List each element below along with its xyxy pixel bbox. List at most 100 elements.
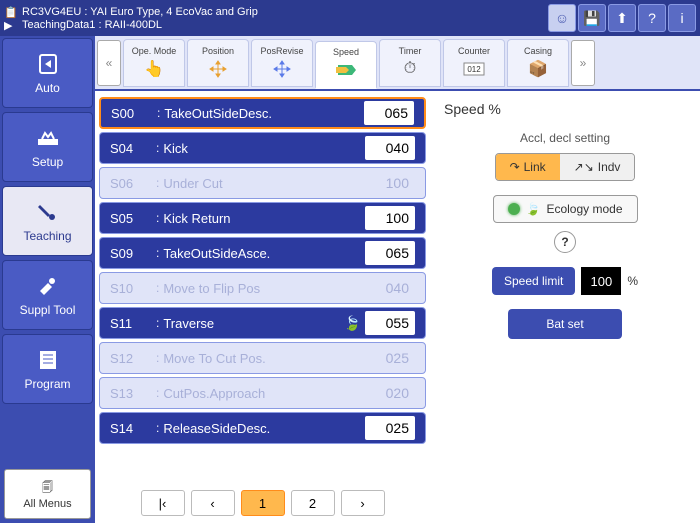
page-1[interactable]: 1: [241, 490, 285, 516]
tab-timer[interactable]: Timer⏱: [379, 39, 441, 87]
step-code: S14: [110, 421, 152, 436]
tab-posrevise[interactable]: PosRevise: [251, 39, 313, 87]
tab-position[interactable]: Position: [187, 39, 249, 87]
sidebar-label: Suppl Tool: [20, 303, 76, 317]
posrevise-icon: [269, 58, 295, 80]
sidebar-label: Auto: [35, 81, 60, 95]
step-name: Kick Return: [163, 211, 361, 226]
casing-icon: 📦: [525, 58, 551, 80]
tab-counter[interactable]: Counter012: [443, 39, 505, 87]
auto-icon: [32, 51, 64, 77]
step-name: TakeOutSideAsce.: [163, 246, 361, 261]
step-value: 025: [365, 350, 415, 366]
sidebar-auto[interactable]: Auto: [2, 38, 93, 108]
step-row[interactable]: S05:Kick Return100: [99, 202, 426, 234]
sidebar-label: Program: [24, 377, 70, 391]
step-code: S00: [111, 106, 153, 121]
step-row[interactable]: S10:Move to Flip Pos040: [99, 272, 426, 304]
step-code: S05: [110, 211, 152, 226]
step-name: Move to Flip Pos: [163, 281, 365, 296]
sidebar-teaching[interactable]: Teaching: [2, 186, 93, 256]
data-icon: ▶: [4, 19, 18, 31]
setup-icon: [32, 125, 64, 151]
step-value: 040: [365, 136, 415, 160]
step-code: S04: [110, 141, 152, 156]
timer-icon: ⏱: [397, 58, 423, 80]
step-row[interactable]: S12:Move To Cut Pos.025: [99, 342, 426, 374]
toggle-link[interactable]: ↷Link: [496, 154, 560, 180]
step-value: 065: [364, 101, 414, 125]
tab-next[interactable]: »: [571, 40, 595, 86]
all-menus-button[interactable]: 🗐 All Menus: [4, 469, 91, 519]
step-value: 055: [365, 311, 415, 335]
step-name: CutPos.Approach: [163, 386, 365, 401]
all-menus-label: All Menus: [23, 498, 71, 510]
step-code: S11: [110, 316, 152, 331]
tab-prev[interactable]: «: [97, 40, 121, 86]
page-2[interactable]: 2: [291, 490, 335, 516]
link-arrow-icon: ↷: [510, 160, 520, 174]
indv-arrow-icon: ↗↘: [574, 160, 594, 174]
header-line2: TeachingData1 : RAII-400DL: [22, 19, 162, 31]
step-name: Kick: [163, 141, 361, 156]
tab-ope-mode[interactable]: Ope. Mode👆: [123, 39, 185, 87]
sidebar-label: Setup: [32, 155, 63, 169]
speed-icon: [333, 59, 359, 81]
sidebar-program[interactable]: Program: [2, 334, 93, 404]
step-code: S06: [110, 176, 152, 191]
export-icon[interactable]: ⬆: [608, 4, 636, 32]
step-code: S13: [110, 386, 152, 401]
tab-casing[interactable]: Casing📦: [507, 39, 569, 87]
step-row[interactable]: S00:TakeOutSideDesc.065: [99, 97, 426, 129]
step-value: 065: [365, 241, 415, 265]
step-name: TakeOutSideDesc.: [164, 106, 360, 121]
svg-text:012: 012: [467, 65, 481, 74]
leaf-icon: 🍃: [344, 315, 361, 332]
step-value: 100: [365, 175, 415, 191]
sidebar-setup[interactable]: Setup: [2, 112, 93, 182]
step-name: ReleaseSideDesc.: [163, 421, 361, 436]
step-row[interactable]: S14:ReleaseSideDesc.025: [99, 412, 426, 444]
step-name: Under Cut: [163, 176, 365, 191]
page-first[interactable]: |‹: [141, 490, 185, 516]
step-code: S09: [110, 246, 152, 261]
save-icon[interactable]: 💾: [578, 4, 606, 32]
step-row[interactable]: S13:CutPos.Approach020: [99, 377, 426, 409]
position-icon: [205, 58, 231, 80]
leaf-icon: 🍃: [526, 202, 541, 216]
step-value: 040: [365, 280, 415, 296]
step-name: Traverse: [163, 316, 343, 331]
speed-limit-value[interactable]: 100: [581, 267, 621, 295]
step-row[interactable]: S11:Traverse🍃055: [99, 307, 426, 339]
help-icon[interactable]: ?: [638, 4, 666, 32]
panel-title: Speed %: [444, 101, 686, 117]
sidebar-suppl-tool[interactable]: Suppl Tool: [2, 260, 93, 330]
speed-limit-unit: %: [627, 274, 638, 288]
teaching-icon: [32, 199, 64, 225]
ecology-mode-button[interactable]: 🍃 Ecology mode: [493, 195, 638, 223]
info-icon[interactable]: i: [668, 4, 696, 32]
program-icon: [32, 347, 64, 373]
bat-set-button[interactable]: Bat set: [508, 309, 621, 339]
step-row[interactable]: S06:Under Cut100: [99, 167, 426, 199]
speed-limit-button[interactable]: Speed limit: [492, 267, 575, 295]
toggle-indv[interactable]: ↗↘Indv: [560, 154, 635, 180]
accl-label: Accl, decl setting: [520, 131, 610, 145]
opemode-icon: 👆: [141, 58, 167, 80]
header-line1: RC3VG4EU : YAI Euro Type, 4 EcoVac and G…: [22, 6, 258, 18]
step-row[interactable]: S09:TakeOutSideAsce.065: [99, 237, 426, 269]
counter-icon: 012: [461, 58, 487, 80]
step-name: Move To Cut Pos.: [163, 351, 365, 366]
stack-icon: 🗐: [42, 479, 53, 498]
help-button[interactable]: ?: [554, 231, 576, 253]
touch-logo-icon: 📋: [4, 6, 18, 18]
step-code: S10: [110, 281, 152, 296]
page-prev[interactable]: ‹: [191, 490, 235, 516]
step-row[interactable]: S04:Kick040: [99, 132, 426, 164]
sidebar-label: Teaching: [23, 229, 71, 243]
page-next[interactable]: ›: [341, 490, 385, 516]
step-value: 100: [365, 206, 415, 230]
tool-icon: [32, 273, 64, 299]
user-icon[interactable]: ☺: [548, 4, 576, 32]
tab-speed[interactable]: Speed: [315, 41, 377, 89]
